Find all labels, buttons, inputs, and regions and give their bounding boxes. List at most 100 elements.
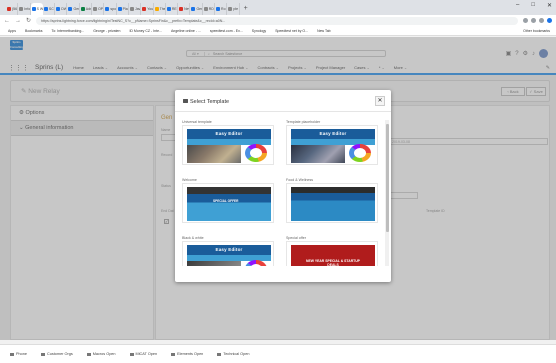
- extension-icon[interactable]: [531, 18, 536, 23]
- browser-tab[interactable]: spo: [104, 3, 117, 15]
- utility-icon: [171, 352, 176, 356]
- browser-tab[interactable]: RE: [166, 3, 179, 15]
- other-bookmarks[interactable]: Other bookmarks: [523, 29, 550, 33]
- tab-favicon: [191, 7, 196, 11]
- template-card[interactable]: Black & white Easy Editor: [182, 236, 274, 266]
- utility-icon: [217, 352, 222, 356]
- template-caption: SPECIAL OFFER: [213, 199, 239, 203]
- bookmark-item[interactable]: New Tab: [317, 29, 331, 33]
- extension-icon[interactable]: [523, 18, 528, 23]
- easy-editor-label: Easy Editor: [291, 129, 375, 139]
- browser-tab[interactable]: Gen: [67, 3, 80, 15]
- browser-tab[interactable]: ple: [227, 3, 240, 15]
- address-bar: ← → ↻ https://sprins.lightning.force.com…: [0, 15, 556, 26]
- bookmark-item[interactable]: Speedtest net by O...: [275, 29, 308, 33]
- browser-tab[interactable]: Adm: [80, 3, 93, 15]
- template-card[interactable]: Special offer NEW YEAR SPECIAL & STARTUP …: [286, 236, 378, 266]
- tab-favicon: [105, 7, 110, 11]
- browser-tab[interactable]: DW: [55, 3, 68, 15]
- template-photo: [291, 145, 345, 163]
- template-thumbnail[interactable]: [286, 183, 378, 223]
- browser-tab[interactable]: SCI: [43, 3, 56, 15]
- tab-favicon: [117, 7, 122, 11]
- tab-label: SCI: [48, 7, 55, 11]
- browser-tab[interactable]: Plan: [117, 3, 129, 15]
- browser-tab[interactable]: You: [141, 3, 154, 15]
- new-tab-button[interactable]: +: [240, 3, 252, 15]
- bookmark-item[interactable]: Synology: [252, 29, 266, 33]
- modal-scrollbar[interactable]: [385, 120, 389, 266]
- modal-header: Select Template ✕: [175, 90, 391, 112]
- minimize-button[interactable]: –: [516, 2, 519, 9]
- browser-tab[interactable]: (56) I: [6, 3, 19, 15]
- extension-icon[interactable]: [539, 18, 544, 23]
- browser-tab[interactable]: OPF: [92, 3, 105, 15]
- color-ring-graphic: [245, 144, 267, 162]
- template-banner-image: [291, 187, 375, 221]
- browser-tab[interactable]: New: [178, 3, 191, 15]
- utility-bar-item[interactable]: Customer Orgs: [40, 352, 73, 356]
- close-button[interactable]: ✕: [375, 96, 385, 106]
- browser-tab[interactable]: Ro: [215, 3, 228, 15]
- bookmark-item[interactable]: Apps: [8, 29, 16, 33]
- utility-bar-item[interactable]: MiCAT Open: [129, 352, 157, 356]
- utility-label: Elements Open: [177, 352, 204, 356]
- bookmark-item[interactable]: Bookmarks: [25, 29, 43, 33]
- browser-tab[interactable]: The: [154, 3, 166, 15]
- folder-icon: [183, 99, 188, 103]
- tab-label: spo: [110, 7, 117, 11]
- browser-tab[interactable]: Java: [129, 3, 142, 15]
- utility-icon: [40, 352, 45, 356]
- tab-favicon: [68, 7, 73, 11]
- tab-favicon: [179, 7, 184, 11]
- reload-icon[interactable]: ↻: [26, 17, 31, 24]
- template-thumbnail[interactable]: Easy Editor: [182, 125, 274, 165]
- template-grid: Universal template Easy Editor Template pl…: [182, 120, 382, 266]
- utility-bar-item[interactable]: Phone: [10, 352, 27, 356]
- bookmark-item[interactable]: ID Money CZ - Inte...: [129, 29, 161, 33]
- url-input[interactable]: https://sprins.lightning.force.com/light…: [36, 16, 518, 25]
- tab-favicon: [19, 7, 24, 11]
- back-arrow-icon[interactable]: ←: [4, 18, 10, 24]
- forward-arrow-icon[interactable]: →: [15, 18, 21, 24]
- tab-label: You: [147, 7, 154, 11]
- browser-tab-strip: (56) IInfoS WSCIDWGenAdmOPFspoPlanJavaYo…: [0, 0, 556, 15]
- template-thumbnail[interactable]: Easy Editor: [286, 125, 378, 165]
- template-thumbnail[interactable]: Easy Editor: [182, 241, 274, 266]
- template-card[interactable]: Universal template Easy Editor: [182, 120, 274, 165]
- utility-bar-item[interactable]: Macros Open: [86, 352, 116, 356]
- template-card[interactable]: Template placeholder Easy Editor: [286, 120, 378, 165]
- template-thumbnail[interactable]: NEW YEAR SPECIAL & STARTUP DEALS: [286, 241, 378, 266]
- color-ring-graphic: [349, 144, 371, 162]
- close-window-button[interactable]: ✕: [547, 2, 552, 9]
- profile-icon[interactable]: [547, 18, 552, 23]
- browser-tab[interactable]: Gen: [190, 3, 203, 15]
- window-controls: – □ ✕: [516, 2, 552, 9]
- bookmark-item[interactable]: Angeline online - ...: [171, 29, 201, 33]
- tab-label: Info: [24, 7, 31, 11]
- scrollbar-thumb[interactable]: [385, 124, 389, 232]
- template-card[interactable]: Welcome SPECIAL OFFER: [182, 178, 274, 223]
- utility-icon: [86, 352, 91, 356]
- tab-favicon: [228, 7, 233, 11]
- extension-icons: [523, 18, 552, 23]
- bookmark-item[interactable]: George - privaten: [93, 29, 120, 33]
- maximize-button[interactable]: □: [531, 2, 535, 9]
- tab-label: The: [159, 7, 166, 11]
- tab-favicon: [216, 7, 221, 11]
- bookmark-item[interactable]: speedtest.com - Ex...: [210, 29, 243, 33]
- tab-label: Ro: [221, 7, 226, 11]
- template-card[interactable]: Food & Wellness: [286, 178, 378, 223]
- utility-bar-item[interactable]: Technical Open: [217, 352, 249, 356]
- utility-bar-item[interactable]: Elements Open: [171, 352, 203, 356]
- tab-favicon: [56, 7, 61, 11]
- template-thumbnail[interactable]: SPECIAL OFFER: [182, 183, 274, 223]
- browser-tab[interactable]: S W: [30, 3, 43, 15]
- browser-tab[interactable]: RD: [203, 3, 216, 15]
- easy-editor-label: Easy Editor: [187, 129, 271, 139]
- bookmark-item[interactable]: To: Internetbanking...: [52, 29, 85, 33]
- tab-favicon: [7, 7, 11, 11]
- bookmarks-bar: Apps Bookmarks To: Internetbanking... Georg…: [0, 26, 556, 36]
- tab-favicon: [203, 7, 208, 11]
- browser-tab[interactable]: Info: [18, 3, 31, 15]
